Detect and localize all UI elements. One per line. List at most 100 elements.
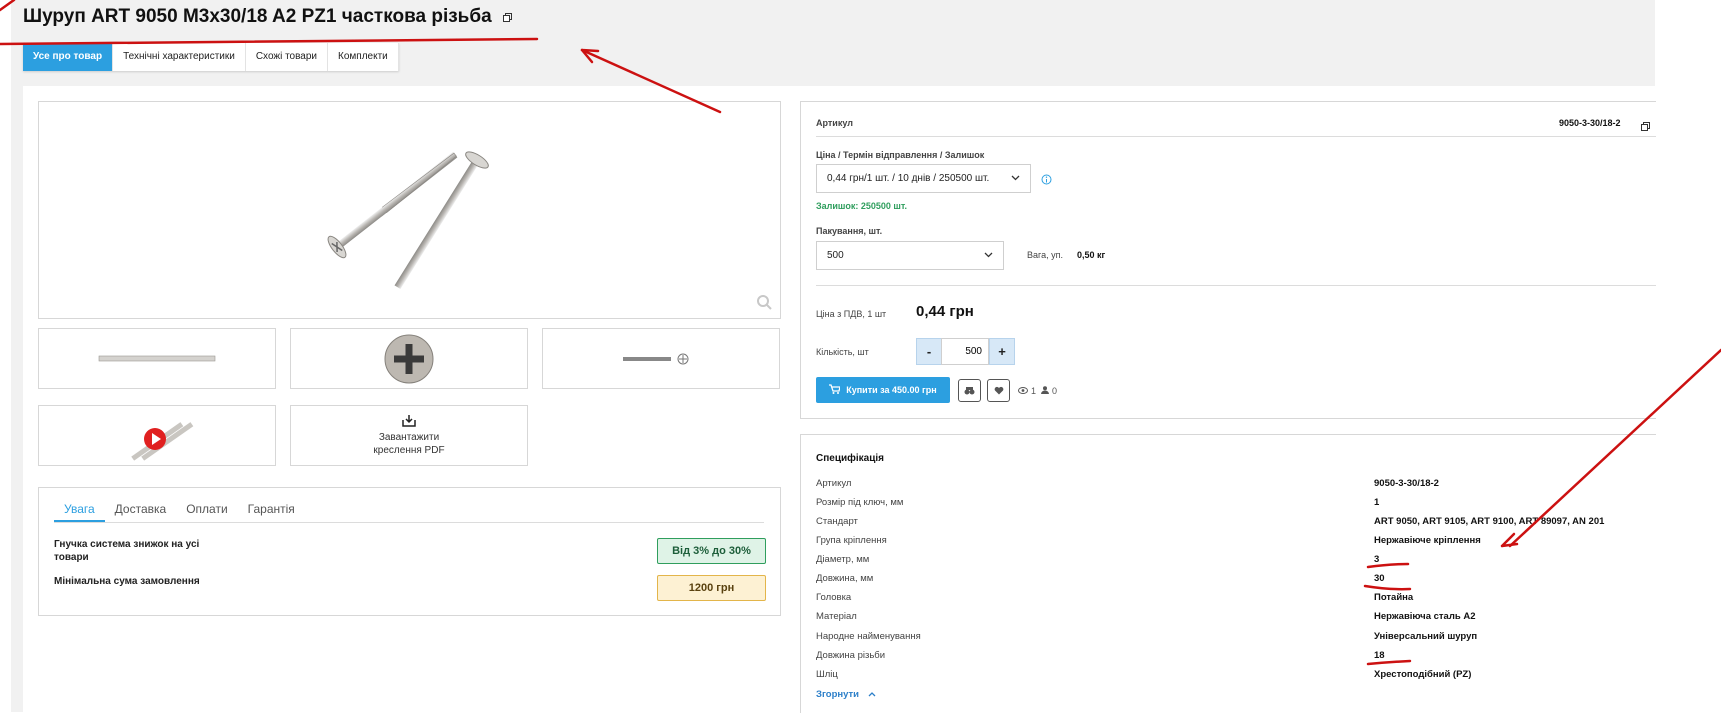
spec-key: Стандарт [816, 516, 858, 527]
left-edge [0, 0, 11, 712]
spec-value: Хрестоподібний (PZ) [1374, 669, 1472, 680]
price-value: 0,44 грн [916, 303, 974, 320]
product-title-text: Шуруп ART 9050 M3x30/18 A2 PZ1 часткова … [23, 6, 492, 28]
spec-value: Нержавіюче кріплення [1374, 535, 1481, 546]
eye-icon [1018, 386, 1028, 396]
wishlist-button[interactable] [987, 379, 1010, 402]
thumbnail-drawing[interactable] [542, 328, 780, 389]
sku-label: Артикул [816, 118, 853, 128]
user-icon [1041, 386, 1049, 396]
packing-value: 500 [827, 250, 844, 261]
info-tab-delivery[interactable]: Доставка [105, 496, 177, 522]
qty-input[interactable] [941, 338, 989, 365]
info-tabs: Увага Доставка Оплати Гарантія [54, 496, 764, 523]
spec-value: 9050-3-30/18-2 [1374, 478, 1439, 489]
spec-row: Розмір під ключ, мм 1 [816, 497, 1646, 513]
binoculars-icon [964, 382, 975, 400]
pdf-label-line2: креслення PDF [373, 444, 445, 456]
thumbnail-side-view[interactable] [38, 328, 276, 389]
product-tabs: Усе про товар Технічні характеристики Сх… [23, 43, 399, 71]
info-tab-warranty[interactable]: Гарантія [238, 496, 305, 522]
divider [816, 136, 1656, 137]
spec-key: Народне найменування [816, 631, 921, 642]
spec-title: Специфікація [816, 453, 884, 464]
buy-button[interactable]: Купити за 450.00 грн [816, 377, 950, 403]
divider [816, 285, 1656, 286]
spec-row: Шліц Хрестоподібний (PZ) [816, 669, 1646, 685]
spec-row: Стандарт ART 9050, ART 9105, ART 9100, AR… [816, 516, 1646, 532]
min-order-badge: 1200 грн [657, 575, 766, 601]
download-icon [402, 414, 416, 431]
zoom-icon[interactable] [756, 294, 772, 310]
spec-value: Потайна [1374, 592, 1414, 603]
chevron-up-icon [868, 689, 876, 700]
info-tab-attention[interactable]: Увага [54, 496, 105, 522]
qty-minus-button[interactable]: - [916, 338, 942, 365]
weight-value: 0,50 кг [1077, 250, 1106, 260]
info-box: Увага Доставка Оплати Гарантія Гнучка си… [38, 487, 781, 616]
thumbnail-video[interactable] [38, 405, 276, 466]
packing-label: Пакування, шт. [816, 226, 883, 236]
spec-row: Народне найменування Універсальний шуруп [816, 631, 1646, 647]
spec-row: Матеріал Нержавіюча сталь А2 [816, 611, 1646, 627]
collapse-link[interactable]: Згорнути [816, 689, 876, 700]
buy-button-label: Купити за 450.00 грн [846, 385, 937, 395]
users-count: 0 [1052, 386, 1058, 396]
weight-label: Вага, уп. [1027, 250, 1063, 260]
spec-box: Специфікація Артикул 9050-3-30/18-2 Розмі… [800, 434, 1656, 713]
price-term-select[interactable]: 0,44 грн/1 шт. / 10 днів / 250500 шт. [816, 164, 1031, 193]
spec-value: ART 9050, ART 9105, ART 9100, ART 89097,… [1374, 516, 1605, 527]
views-counter: 1 [1018, 386, 1036, 396]
info-icon[interactable] [1041, 172, 1052, 190]
spec-row: Довжина, мм 30 [816, 573, 1646, 589]
copy-icon[interactable] [502, 6, 512, 28]
spec-value: 3 [1374, 554, 1380, 565]
spec-key: Головка [816, 592, 852, 603]
views-count: 1 [1031, 386, 1037, 396]
discount-label: Гнучка система знижок на усі товари [54, 539, 200, 563]
cart-icon [829, 384, 842, 396]
spec-key: Довжина, мм [816, 573, 874, 584]
spec-row: Артикул 9050-3-30/18-2 [816, 478, 1646, 494]
spec-value: 30 [1374, 573, 1385, 584]
main-product-image[interactable] [38, 101, 781, 319]
chevron-down-icon [1011, 173, 1020, 185]
thumbnail-head-view[interactable] [290, 328, 528, 389]
copy-sku-icon[interactable] [1641, 118, 1650, 136]
tab-similar[interactable]: Схожі товари [246, 43, 329, 71]
spec-row: Головка Потайна [816, 592, 1646, 608]
stock-text: Залишок: 250500 шт. [816, 201, 908, 211]
spec-value: Нержавіюча сталь А2 [1374, 611, 1476, 622]
spec-row: Діаметр, мм 3 [816, 554, 1646, 570]
compare-button[interactable] [958, 379, 981, 402]
qty-plus-button[interactable]: + [989, 338, 1015, 365]
price-term-value: 0,44 грн/1 шт. / 10 днів / 250500 шт. [827, 173, 990, 184]
pdf-label-line1: Завантажити [378, 431, 440, 443]
tab-kits[interactable]: Комплекти [328, 43, 399, 71]
tab-all-about[interactable]: Усе про товар [23, 43, 114, 71]
sku-value: 9050-3-30/18-2 [1559, 118, 1621, 128]
screw-image [327, 151, 489, 290]
heart-icon [994, 382, 1004, 400]
spec-value: Універсальний шуруп [1374, 631, 1478, 642]
collapse-label: Згорнути [816, 689, 860, 700]
spec-key: Артикул [816, 478, 852, 489]
users-counter: 0 [1041, 386, 1057, 396]
chevron-down-icon [984, 250, 993, 262]
info-tab-payment[interactable]: Оплати [176, 496, 237, 522]
download-pdf-button[interactable]: Завантажити креслення PDF [290, 405, 528, 466]
spec-key: Розмір під ключ, мм [816, 497, 904, 508]
price-term-label: Ціна / Термін відправлення / Залишок [816, 150, 985, 160]
spec-value: 1 [1374, 497, 1380, 508]
spec-row: Група кріплення Нержавіюче кріплення [816, 535, 1646, 551]
packing-select[interactable]: 500 [816, 241, 1004, 270]
spec-key: Шліц [816, 669, 838, 680]
spec-row: Довжина різьби 18 [816, 650, 1646, 666]
spec-key: Матеріал [816, 611, 857, 622]
discount-badge: Від 3% до 30% [657, 538, 766, 564]
qty-label: Кількість, шт [816, 347, 869, 357]
page-title: Шуруп ART 9050 M3x30/18 A2 PZ1 часткова … [23, 6, 512, 28]
tab-specs[interactable]: Технічні характеристики [113, 43, 246, 71]
buy-box: Артикул 9050-3-30/18-2 Ціна / Термін від… [800, 101, 1656, 419]
min-order-label: Мінімальна сума замовлення [54, 576, 200, 587]
